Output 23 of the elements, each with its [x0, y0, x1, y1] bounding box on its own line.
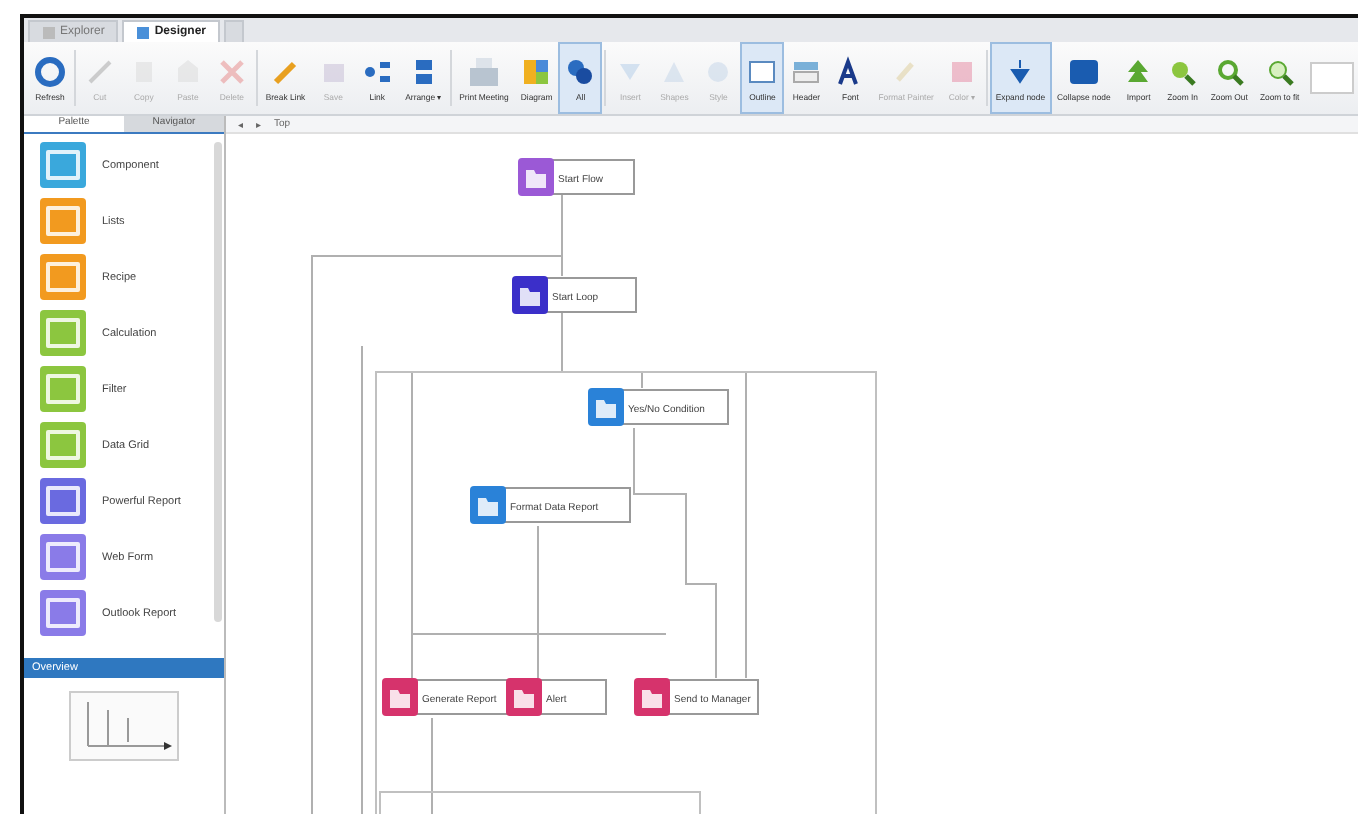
connector-line — [641, 371, 643, 389]
document-icon — [42, 25, 56, 39]
folder-icon — [506, 678, 542, 716]
new-tab-button[interactable] — [224, 20, 245, 42]
window-icon — [746, 55, 779, 87]
folder-icon — [518, 158, 554, 196]
refresh-icon — [34, 55, 66, 87]
folder-icon — [634, 678, 670, 716]
document-icon — [136, 25, 151, 39]
close-icon — [215, 55, 248, 87]
folder-icon — [382, 678, 418, 716]
grid-icon — [520, 55, 553, 87]
scrollbar[interactable] — [214, 142, 222, 622]
folder-icon — [512, 276, 548, 314]
zoom-level-dropdown[interactable] — [1309, 62, 1354, 94]
pencil-icon — [83, 55, 116, 87]
printer-icon — [467, 55, 500, 87]
overview-preview-drawing — [68, 690, 180, 762]
search-icon — [1263, 55, 1296, 87]
folder-icon — [470, 486, 506, 524]
folder-icon — [588, 388, 624, 426]
circles-icon — [564, 55, 597, 87]
zoom-out-icon — [1213, 55, 1246, 87]
